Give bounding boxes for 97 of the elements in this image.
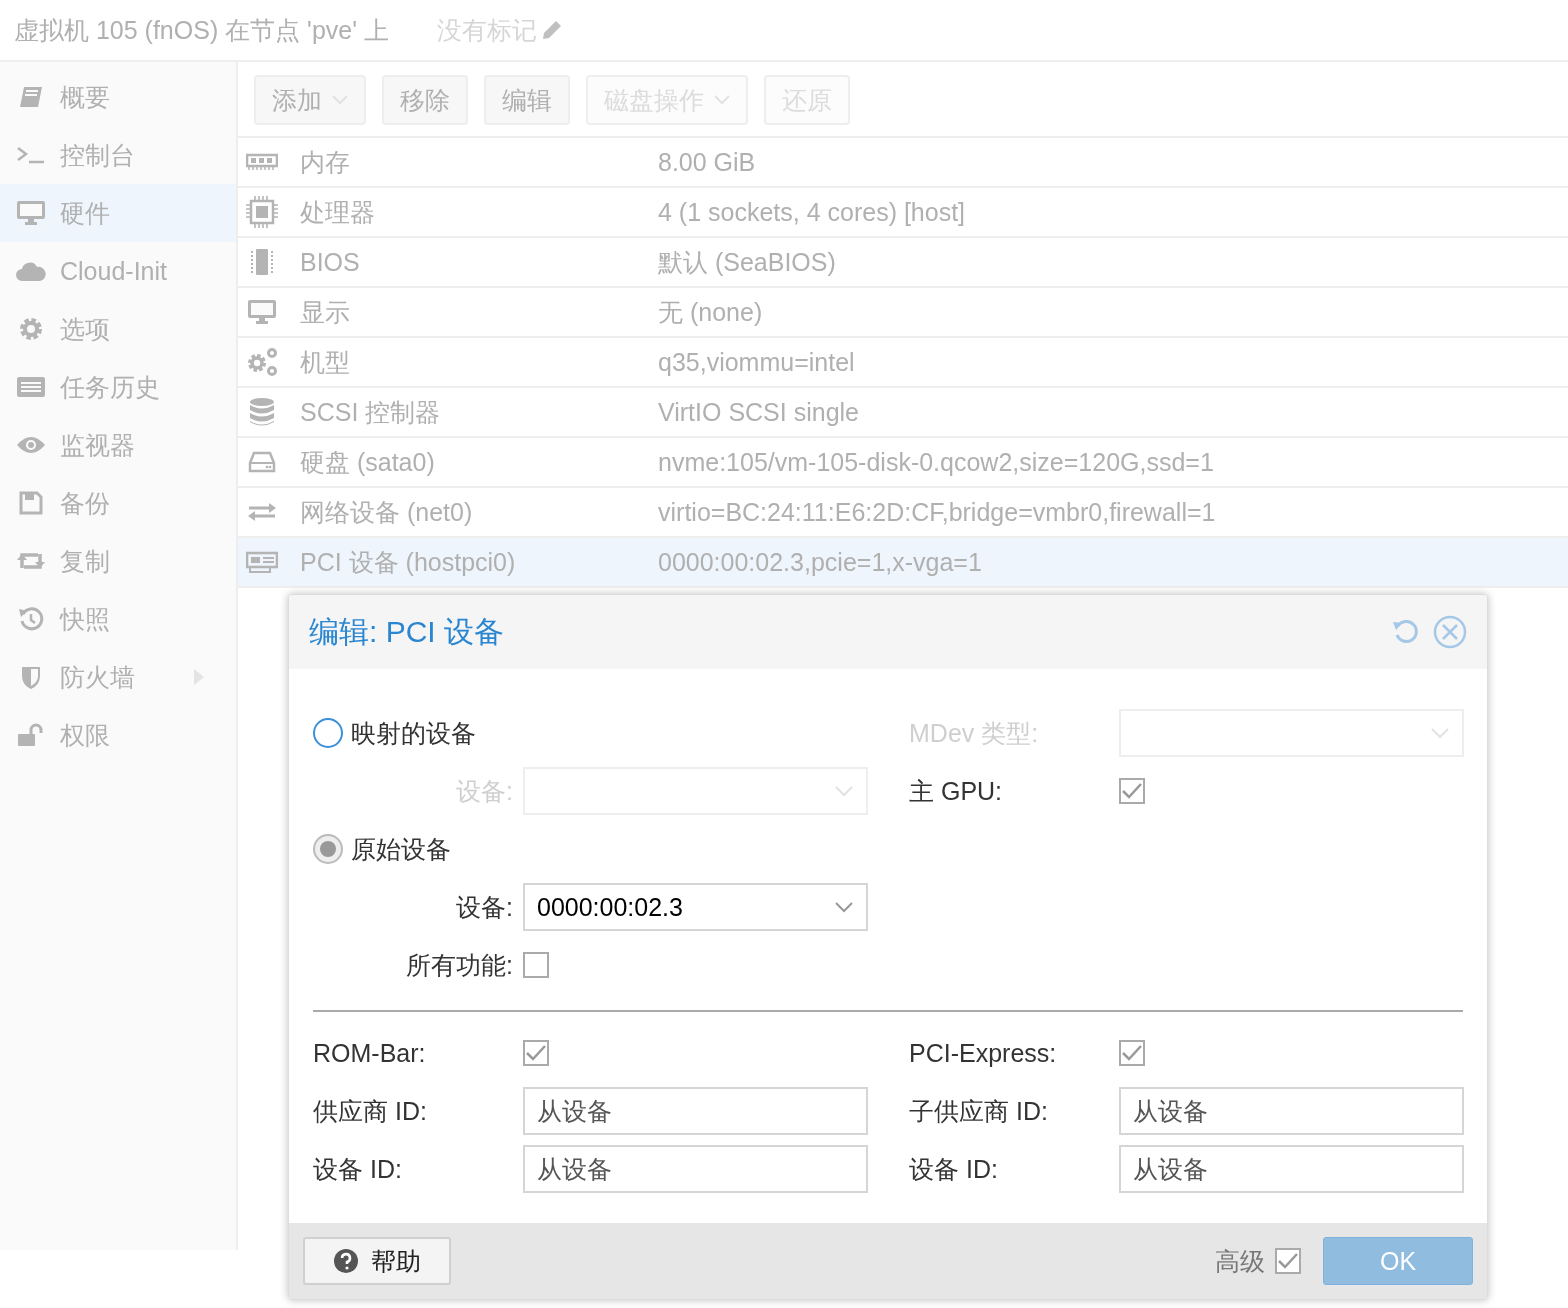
dialog-title: 编辑: PCI 设备 <box>309 613 505 650</box>
checkbox[interactable] <box>523 952 549 978</box>
nav-item[interactable]: 控制台 <box>0 126 236 184</box>
hardware-row[interactable]: 机型 q35,viommu=intel <box>238 338 1568 388</box>
history-icon <box>18 606 44 632</box>
gears-icon <box>246 347 278 377</box>
caret-icon <box>714 95 730 105</box>
radio-label: 映射的设备 <box>351 717 476 749</box>
input-field[interactable]: 从设备 <box>1119 1145 1464 1193</box>
exchange-icon <box>247 501 277 523</box>
floppy-icon <box>19 491 43 515</box>
checkbox[interactable] <box>523 1040 549 1066</box>
hardware-row[interactable]: BIOS 默认 (SeaBIOS) <box>238 238 1568 288</box>
radio-button[interactable] <box>313 718 343 748</box>
hardware-value: VirtIO SCSI single <box>658 397 859 427</box>
toolbar-button[interactable]: 添加 <box>254 75 366 125</box>
hardware-value: 默认 (SeaBIOS) <box>658 246 836 278</box>
help-icon <box>333 1248 359 1274</box>
toolbar-button[interactable]: 移除 <box>382 75 468 125</box>
toolbar-button[interactable]: 编辑 <box>484 75 570 125</box>
input-field[interactable]: 从设备 <box>523 1087 868 1135</box>
nav-item[interactable]: 防火墙 <box>0 648 236 706</box>
dropdown-field[interactable]: 0000:00:02.3 <box>523 883 868 931</box>
nav-item[interactable]: 权限 <box>0 706 236 764</box>
pencil-icon[interactable] <box>540 19 563 41</box>
nav-item[interactable]: 选项 <box>0 300 236 358</box>
hardware-row[interactable]: 显示 无 (none) <box>238 288 1568 338</box>
hardware-name: 机型 <box>300 346 351 378</box>
hardware-name: 网络设备 (net0) <box>300 496 474 528</box>
radio-label: 原始设备 <box>351 833 451 865</box>
field-label: 设备 ID: <box>909 1153 999 1185</box>
monitor-icon <box>247 299 277 325</box>
hardware-row[interactable]: PCI 设备 (hostpci0) 0000:00:02.3,pcie=1,x-vga=1 <box>238 538 1568 588</box>
nav-item[interactable]: 硬件 <box>0 184 236 242</box>
radio-button[interactable] <box>313 834 343 864</box>
caret-icon <box>1430 727 1450 739</box>
nav-item[interactable]: 备份 <box>0 474 236 532</box>
hard-drive-icon <box>248 451 276 473</box>
field-label: ROM-Bar: <box>313 1038 427 1068</box>
field-label: 子供应商 ID: <box>909 1095 1049 1127</box>
hardware-row[interactable]: 处理器 4 (1 sockets, 4 cores) [host] <box>238 188 1568 238</box>
nav-item[interactable]: 监视器 <box>0 416 236 474</box>
card-icon <box>246 551 278 573</box>
nav-item[interactable]: 复制 <box>0 532 236 590</box>
hardware-value: 无 (none) <box>658 296 763 328</box>
field-label: 供应商 ID: <box>313 1095 428 1127</box>
book-icon <box>18 85 44 109</box>
input-field[interactable]: 从设备 <box>1119 1087 1464 1135</box>
hardware-name: PCI 设备 (hostpci0) <box>300 546 517 578</box>
hardware-name: SCSI 控制器 <box>300 396 442 428</box>
chip-icon <box>246 196 278 228</box>
checkbox[interactable] <box>1119 778 1145 804</box>
chip-icon <box>249 248 275 276</box>
hardware-row[interactable]: 硬盘 (sata0) nvme:105/vm-105-disk-0.qcow2,size=120G,ssd=1 <box>238 438 1568 488</box>
hardware-value: nvme:105/vm-105-disk-0.qcow2,size=120G,ssd=1 <box>658 447 1214 477</box>
advanced-label: 高级 <box>1215 1245 1265 1277</box>
field-label: PCI-Express: <box>909 1038 1058 1068</box>
nav-item[interactable]: 快照 <box>0 590 236 648</box>
field-label: 设备 ID: <box>313 1153 403 1185</box>
repeat-icon <box>16 550 46 572</box>
unlock-icon <box>17 723 45 747</box>
nav-item[interactable]: Cloud-Init <box>0 242 236 300</box>
hardware-row[interactable]: SCSI 控制器 VirtIO SCSI single <box>238 388 1568 438</box>
caret-icon <box>834 785 854 797</box>
checkbox[interactable] <box>1119 1040 1145 1066</box>
field-label: 设备: <box>455 891 514 923</box>
hardware-name: 内存 <box>300 146 351 178</box>
hardware-name: 处理器 <box>300 196 376 228</box>
hardware-value: 4 (1 sockets, 4 cores) [host] <box>658 197 966 227</box>
hardware-value: 8.00 GiB <box>658 147 756 177</box>
cloud-icon <box>16 261 46 281</box>
hardware-row[interactable]: 内存 8.00 GiB <box>238 138 1568 188</box>
monitor-icon <box>16 200 46 226</box>
eye-icon <box>16 435 46 455</box>
hardware-value: q35,viommu=intel <box>658 347 855 377</box>
database-icon <box>249 397 275 427</box>
hardware-value: virtio=BC:24:11:E6:2D:CF,bridge=vmbr0,firewall=1 <box>658 497 1216 527</box>
hardware-name: BIOS <box>300 247 361 277</box>
nav-item[interactable]: 概要 <box>0 68 236 126</box>
input-field[interactable]: 从设备 <box>523 1145 868 1193</box>
advanced-checkbox[interactable] <box>1275 1248 1301 1274</box>
field-label: 所有功能: <box>405 949 514 981</box>
memory-icon <box>246 153 278 171</box>
window-title: 虚拟机 105 (fnOS) 在节点 'pve' 上 <box>14 14 389 46</box>
shield-icon <box>20 664 42 690</box>
list-icon <box>16 375 46 399</box>
caret-icon <box>834 901 854 913</box>
close-icon[interactable] <box>1433 615 1467 649</box>
hardware-name: 硬盘 (sata0) <box>300 446 436 478</box>
hardware-value: 0000:00:02.3,pcie=1,x-vga=1 <box>658 547 982 577</box>
hardware-name: 显示 <box>300 296 351 328</box>
gear-icon <box>18 316 44 342</box>
help-button[interactable]: 帮助 <box>303 1237 451 1285</box>
terminal-icon <box>16 145 46 165</box>
nav-item[interactable]: 任务历史 <box>0 358 236 416</box>
ok-button[interactable]: OK <box>1323 1237 1473 1285</box>
field-label: 主 GPU: <box>909 775 1004 807</box>
